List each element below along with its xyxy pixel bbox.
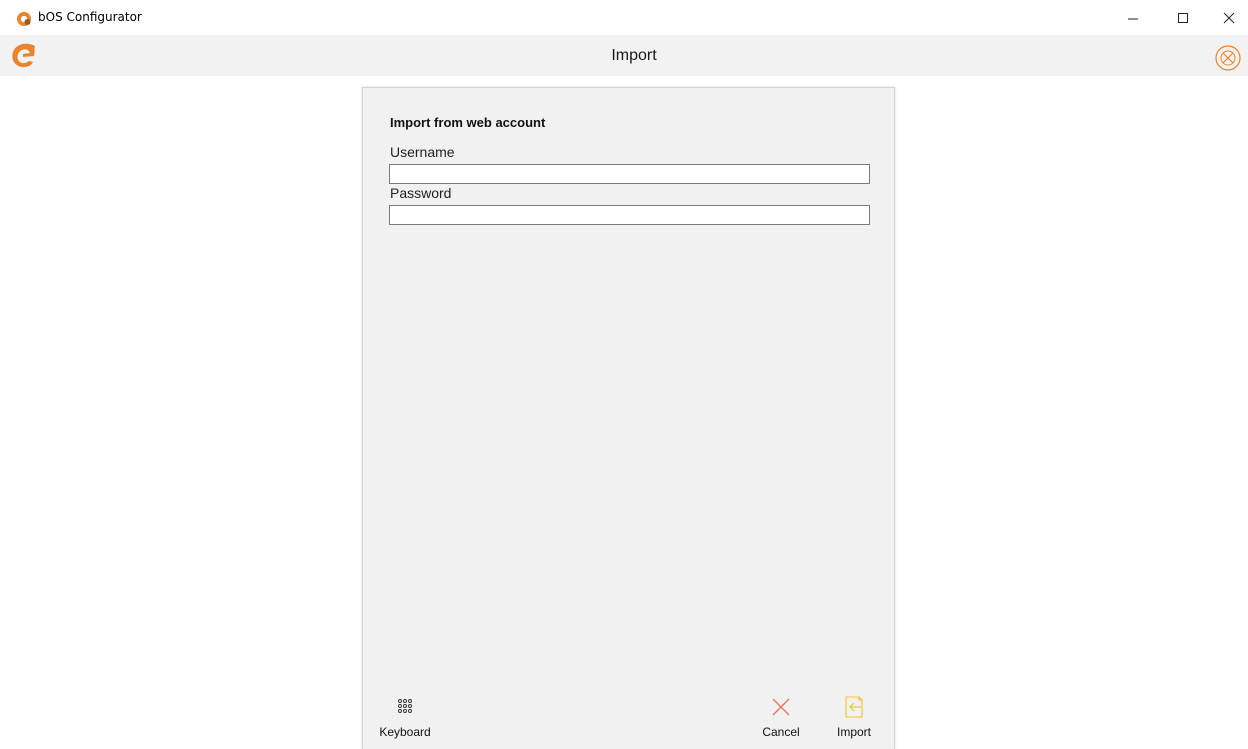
maximize-button[interactable] [1160,0,1206,35]
app-logo-icon [17,12,31,26]
password-label: Password [390,185,452,201]
dialog-heading: Import from web account [390,115,546,130]
keyboard-button[interactable]: Keyboard [377,693,433,739]
import-icon [845,696,863,718]
app-header: Import [0,35,1248,76]
app-close-button[interactable] [1214,44,1242,72]
window-close-button[interactable] [1206,0,1248,35]
import-label: Import [836,725,871,739]
cancel-label: Cancel [762,725,800,739]
import-dialog: Import from web account Username Passwor… [362,87,895,749]
minimize-icon [1128,18,1138,19]
password-input[interactable] [389,205,870,225]
window-title: bOS Configurator [38,10,142,24]
window-titlebar: bOS Configurator [0,0,1248,35]
cancel-button[interactable]: Cancel [755,693,807,739]
x-icon [772,698,790,716]
username-label: Username [390,144,455,160]
keyboard-label: Keyboard [379,725,431,739]
close-icon [1223,12,1235,23]
circle-x-icon [1215,45,1241,71]
keypad-icon [398,699,412,713]
page-title: Import [611,47,657,64]
maximize-icon [1178,12,1188,23]
username-input[interactable] [389,164,870,184]
import-button[interactable]: Import [829,693,879,739]
minimize-button[interactable] [1110,0,1156,35]
